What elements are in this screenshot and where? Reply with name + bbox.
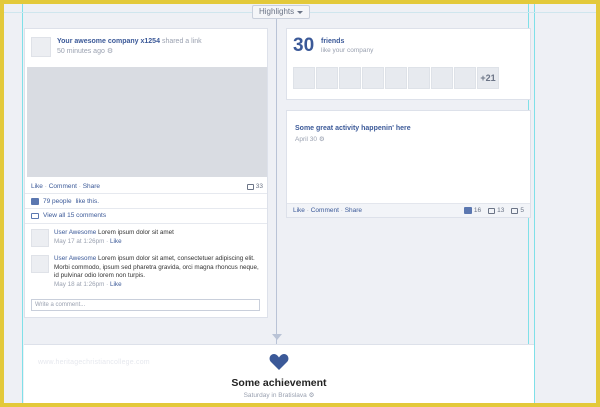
post-card: Your awesome company x1254 shared a link… [24,28,268,318]
post-actions: Like · Comment · Share 33 [31,183,263,190]
shares-count: 5 [520,207,524,214]
activity-time: April 30 ⚙ [295,135,325,143]
comment-icon [246,183,254,190]
friend-avatar[interactable] [339,67,361,89]
comment-icon [488,207,496,214]
comment-text: Lorem ipsum dolor sit amet [97,229,174,236]
highlights-label: Highlights [259,7,295,16]
post-image[interactable] [27,67,267,177]
likes-people-link[interactable]: 79 people [43,198,72,205]
avatar[interactable] [31,37,51,57]
comment-author[interactable]: User Awesome [54,255,96,262]
guide-line [534,4,535,403]
comment-link[interactable]: Comment [311,207,339,214]
thumbs-up-icon [31,198,39,205]
globe-icon: ⚙ [106,48,114,55]
list-item: User Awesome Lorem ipsum dolor sit amet … [31,229,262,247]
friend-avatar[interactable] [362,67,384,89]
timeline-canvas: Highlights Your awesome company x1254 sh… [4,4,596,403]
comment-author[interactable]: User Awesome [54,229,96,236]
comment-count[interactable]: 33 [246,183,263,190]
share-link[interactable]: Share [345,207,362,214]
likes-count: 16 [473,207,482,214]
friend-avatar[interactable] [431,67,453,89]
friend-avatar[interactable] [316,67,338,89]
friend-avatar[interactable] [408,67,430,89]
post-time[interactable]: 50 minutes ago [57,48,105,55]
achievement-section: www.heritagechristiancollege.com Some ac… [24,344,534,403]
thumbs-up-icon [463,207,472,214]
comments-stat[interactable]: 13 [488,207,504,214]
friend-avatar[interactable] [385,67,407,89]
timeline-line [276,16,277,346]
share-icon [511,207,519,214]
post-author[interactable]: Your awesome company x1254 [57,38,160,45]
friend-avatar[interactable] [454,67,476,89]
divider [25,223,267,224]
share-link[interactable]: Share [83,183,100,190]
friends-subtitle: like your company [321,47,374,54]
globe-icon: ⚙ [308,392,315,399]
comment-link[interactable]: Comment [49,183,77,190]
achievement-title: Some achievement [231,377,327,389]
timeline-arrow [272,334,282,340]
friend-avatar[interactable] [293,67,315,89]
view-all-comments-link[interactable]: View all 15 comments [43,212,106,219]
write-comment-input[interactable]: Write a comment... [31,299,260,311]
activity-card: Some great activity happenin' here April… [286,110,531,218]
watermark-text: www.heritagechristiancollege.com [38,359,150,366]
divider [25,208,267,209]
achievement-subtitle: Saturday in Bratislava ⚙ [24,391,534,399]
more-friends-button[interactable]: +21 [477,67,499,89]
avatar[interactable] [31,255,49,273]
divider [25,193,267,194]
likes-row: 79 people like this. [31,198,99,205]
comment-time: May 17 at 1:26pm [54,237,105,245]
like-link[interactable]: Like [31,183,43,190]
comments-count: 13 [497,207,505,214]
friends-count: 30 [293,35,315,56]
achievement-location: Saturday in Bratislava [243,392,307,399]
post-action: shared a link [161,38,202,45]
heart-icon [269,354,289,370]
post-header: Your awesome company x1254 shared a link… [31,37,202,57]
globe-icon: ⚙ [318,136,325,143]
guide-line [22,4,23,403]
highlights-dropdown[interactable]: Highlights [252,5,311,19]
list-item: User Awesome Lorem ipsum dolor sit amet,… [31,255,262,289]
comment-like-link[interactable]: Like [110,281,122,288]
chevron-down-icon [297,10,304,14]
comment-count-value: 33 [255,183,263,190]
friends-grid: +21 [293,67,499,89]
likes-stat[interactable]: 16 [463,207,482,214]
activity-date[interactable]: April 30 [295,136,317,143]
friends-card: 30 friends like your company +21 [286,28,531,100]
friends-label[interactable]: friends [321,38,344,45]
comments-icon [31,212,39,219]
comment-time: May 18 at 1:26pm [54,280,105,288]
activity-actions-bar: Like · Comment · Share 16 13 5 [287,203,530,217]
comment-like-link[interactable]: Like [110,238,122,245]
avatar[interactable] [31,229,49,247]
likes-suffix: like this. [75,198,100,205]
shares-stat[interactable]: 5 [511,207,524,214]
view-all-comments-row: View all 15 comments [31,212,106,219]
activity-title[interactable]: Some great activity happenin' here [295,125,411,132]
like-link[interactable]: Like [293,207,305,214]
